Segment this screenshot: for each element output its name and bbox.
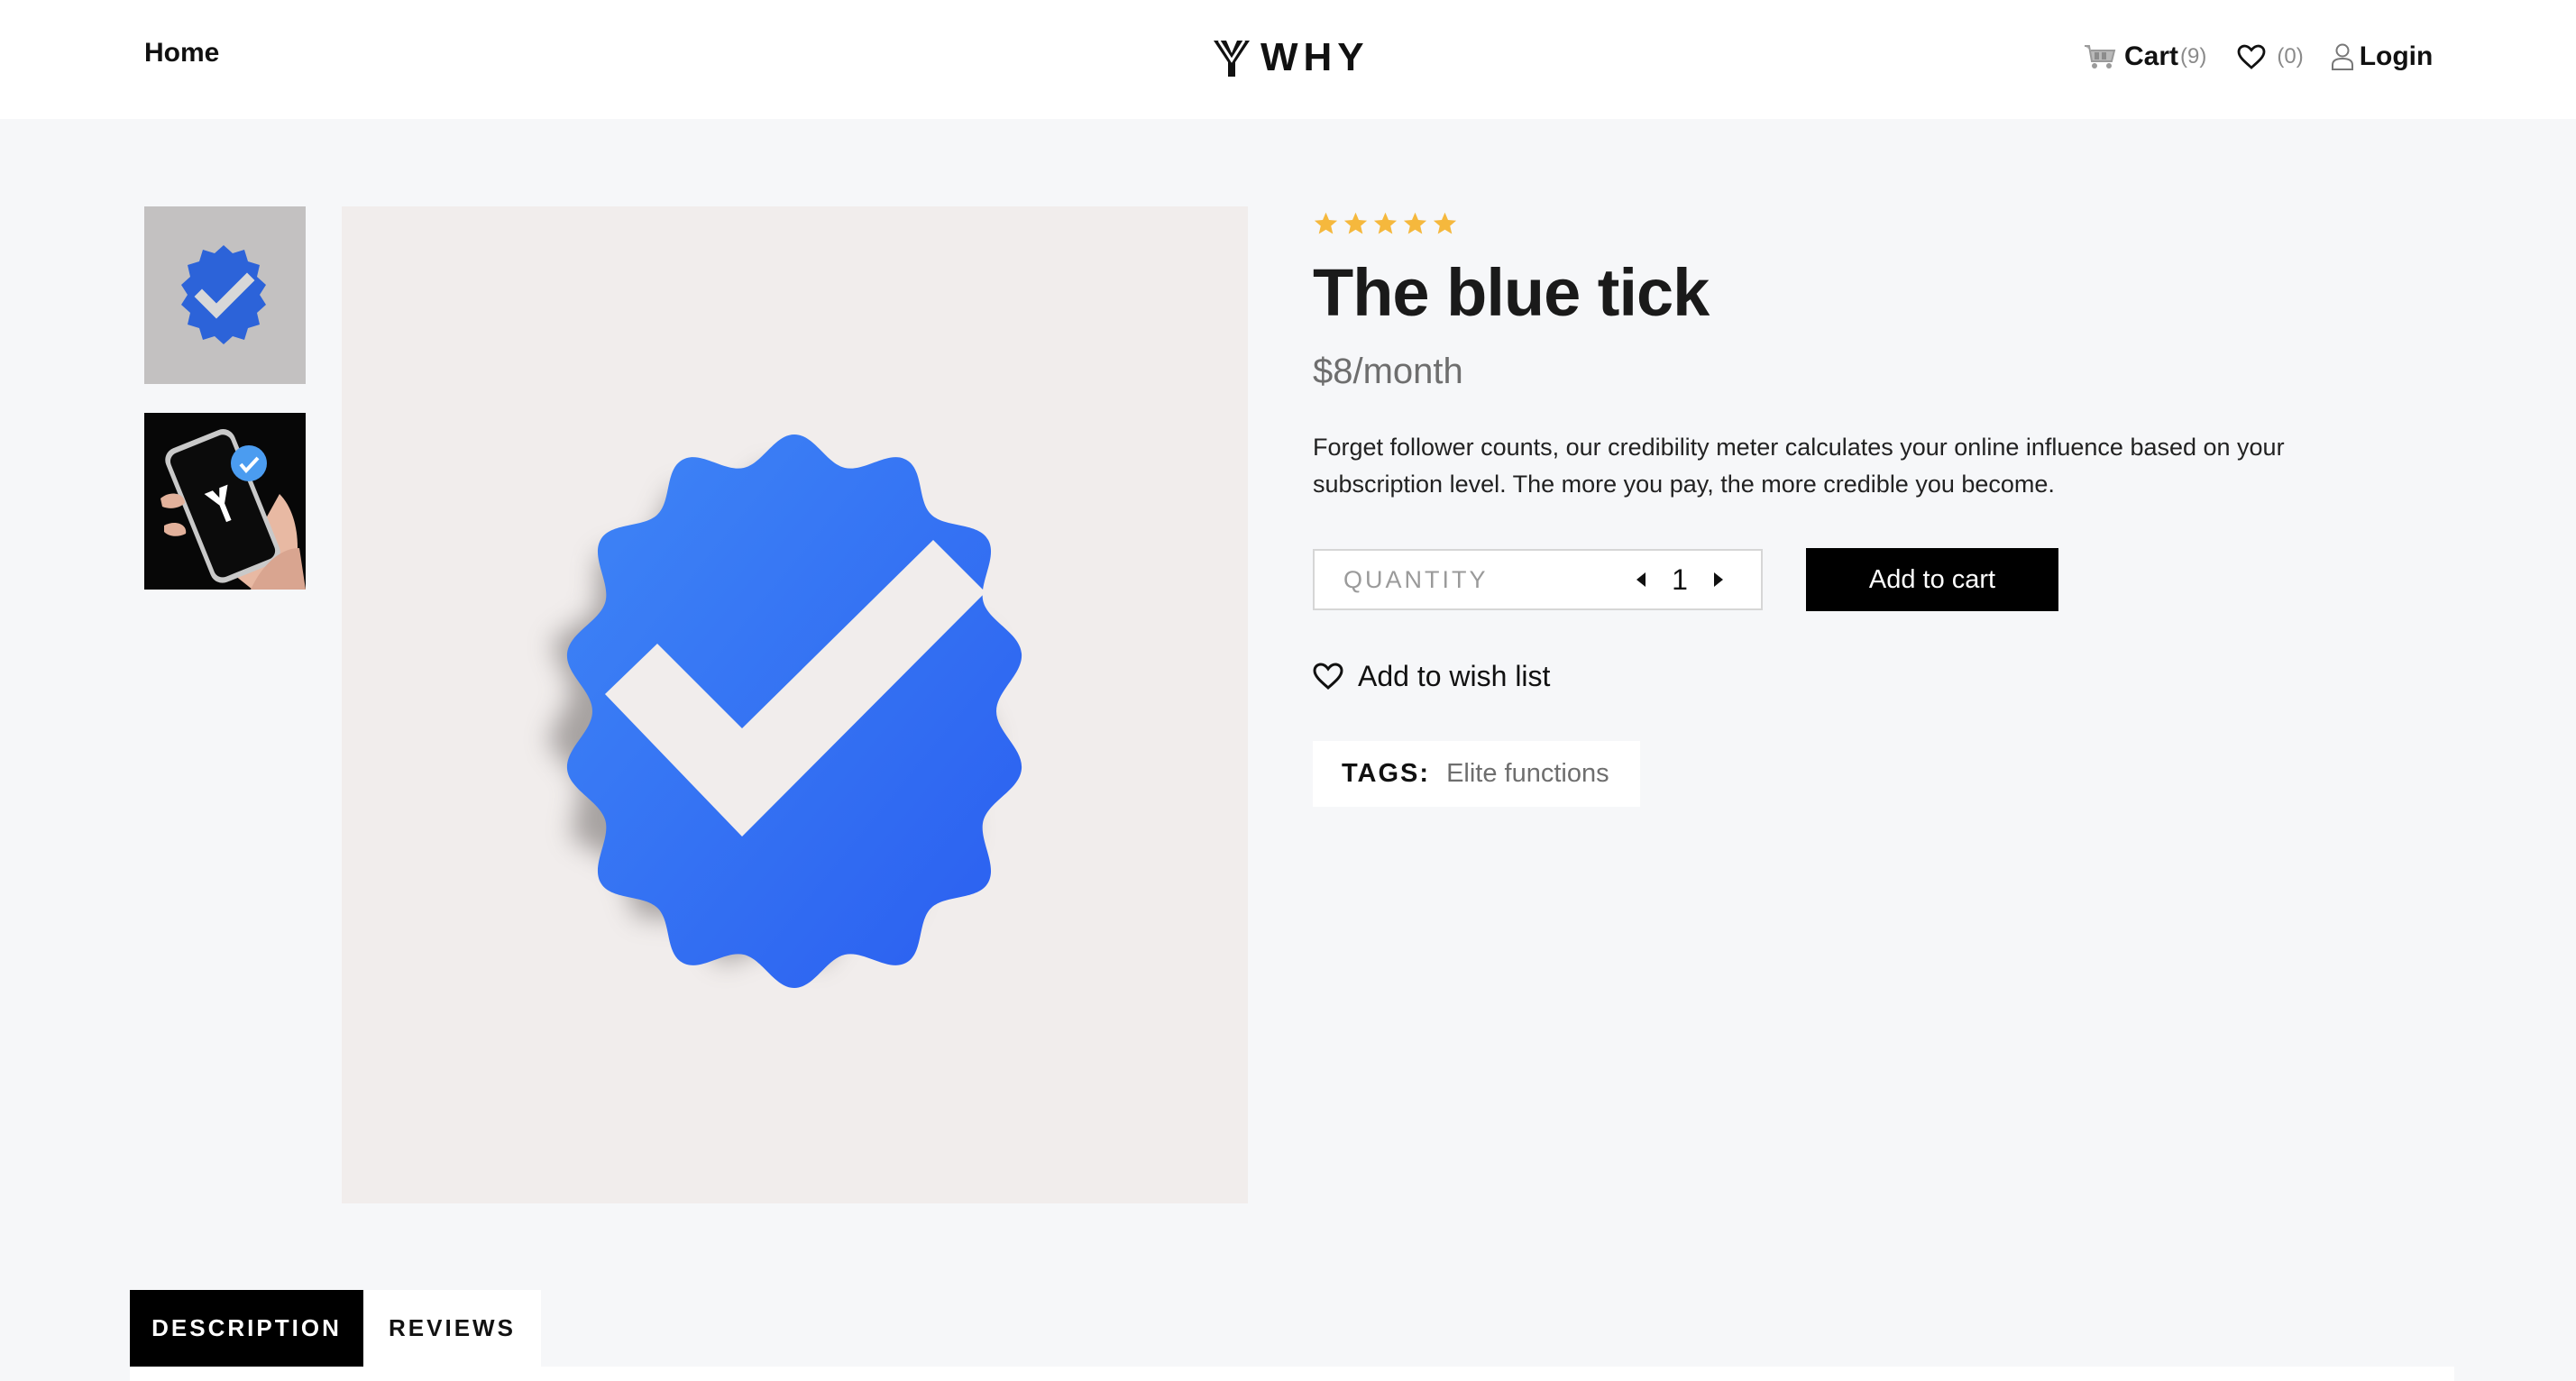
thumbnail-phone[interactable] [144, 413, 306, 590]
star-icon [1433, 212, 1457, 234]
wishlist-count: (0) [2277, 44, 2304, 69]
cart-icon [2085, 45, 2116, 69]
site-header: Home WHY Cart (9) (0) Login [0, 0, 2576, 119]
product-title: The blue tick [1313, 255, 1710, 330]
quantity-increase-button[interactable] [1701, 562, 1737, 598]
product-description: Forget follower counts, our credibility … [1313, 434, 2285, 498]
cart-count: (9) [2180, 44, 2207, 69]
quantity-stepper: QUANTITY 1 [1313, 549, 1763, 610]
star-icon [1314, 212, 1338, 234]
brand-name: WHY [1260, 35, 1370, 79]
caret-left-icon [1636, 572, 1646, 587]
wishlist-link[interactable]: (0) [2237, 44, 2304, 69]
caret-right-icon [1714, 572, 1723, 587]
heart-icon [1313, 663, 1343, 690]
user-icon [2331, 43, 2353, 70]
product-tags: TAGS: Elite functions [1313, 741, 1640, 807]
verified-badge-icon [181, 245, 266, 344]
thumbnail-badge[interactable] [144, 206, 306, 384]
quantity-value[interactable]: 1 [1659, 563, 1701, 597]
add-to-wishlist-link[interactable]: Add to wish list [1313, 656, 1550, 696]
cart-label: Cart [2124, 41, 2179, 71]
nav-home-link[interactable]: Home [144, 38, 219, 69]
login-label: Login [2359, 41, 2434, 71]
main-product-image [342, 206, 1248, 1203]
cart-link[interactable]: Cart (9) [2083, 41, 2206, 72]
wishlist-label: Add to wish list [1358, 659, 1551, 692]
product-price: $8/month [1313, 352, 1463, 391]
phone-in-hand-icon [144, 413, 306, 590]
site-logo[interactable]: WHY [1212, 32, 1370, 83]
star-icon [1343, 212, 1368, 234]
tab-panel [130, 1367, 2454, 1381]
star-icon [1403, 212, 1427, 234]
quantity-decrease-button[interactable] [1623, 562, 1659, 598]
add-to-cart-button[interactable]: Add to cart [1806, 548, 2058, 611]
quantity-label: QUANTITY [1343, 565, 1489, 593]
tag-link[interactable]: Elite functions [1446, 759, 1609, 789]
heart-icon [2237, 44, 2266, 69]
tab-reviews[interactable]: REVIEWS [363, 1290, 541, 1367]
star-icon [1373, 212, 1398, 234]
tab-description[interactable]: DESCRIPTION [130, 1290, 363, 1367]
y-logo-icon [1214, 40, 1250, 77]
header-actions: Cart (9) (0) Login [2083, 34, 2433, 79]
login-link[interactable]: Login [2331, 41, 2434, 72]
verified-badge-large-icon [547, 434, 1022, 988]
tags-label: TAGS: [1342, 759, 1431, 788]
rating-stars [1313, 211, 1458, 236]
